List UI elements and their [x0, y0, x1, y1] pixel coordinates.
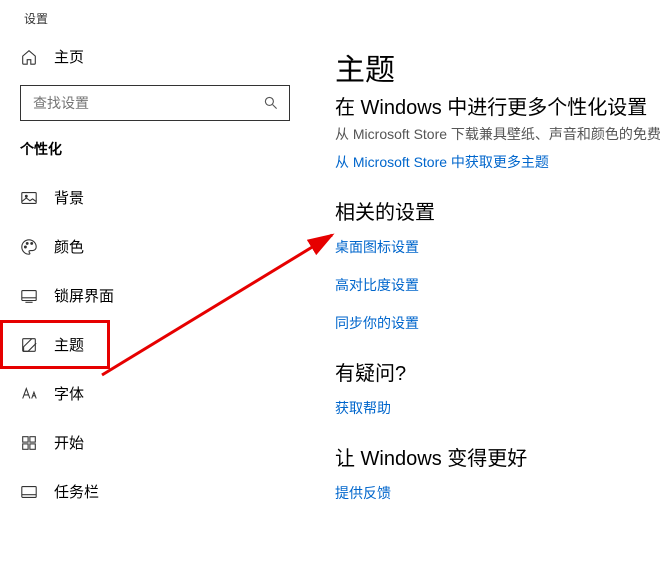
search-input[interactable]	[31, 94, 263, 112]
content-pane: 主题 在 Windows 中进行更多个性化设置 从 Microsoft Stor…	[335, 45, 665, 521]
taskbar-icon	[20, 483, 38, 501]
search-icon	[263, 95, 279, 111]
window-title: 设置	[0, 0, 665, 27]
related-heading: 相关的设置	[335, 196, 665, 225]
lockscreen-icon	[20, 287, 38, 305]
help-heading: 有疑问?	[335, 357, 665, 386]
home-button[interactable]: 主页	[0, 40, 310, 73]
font-icon	[20, 385, 38, 403]
sidebar-item-background[interactable]: 背景	[0, 173, 310, 222]
sidebar-item-label: 颜色	[54, 236, 84, 257]
sidebar-item-label: 锁屏界面	[54, 285, 114, 306]
feedback-link[interactable]: 提供反馈	[335, 483, 665, 503]
sidebar-item-start[interactable]: 开始	[0, 418, 310, 467]
sidebar-item-label: 字体	[54, 383, 84, 404]
home-icon	[20, 48, 38, 66]
store-link[interactable]: 从 Microsoft Store 中获取更多主题	[335, 152, 665, 172]
theme-icon	[20, 336, 38, 354]
settings-window: 设置 主页 个性化 背景 颜色 锁屏界面	[0, 0, 665, 564]
start-icon	[20, 434, 38, 452]
sidebar-item-taskbar[interactable]: 任务栏	[0, 467, 310, 516]
sidebar-item-label: 任务栏	[54, 481, 99, 502]
section-description: 从 Microsoft Store 下载兼具壁纸、声音和颜色的免费	[335, 124, 665, 144]
home-label: 主页	[54, 46, 84, 67]
palette-icon	[20, 238, 38, 256]
desktop-icons-link[interactable]: 桌面图标设置	[335, 237, 665, 257]
section-subtitle: 在 Windows 中进行更多个性化设置	[335, 91, 665, 120]
picture-icon	[20, 189, 38, 207]
sidebar: 主页 个性化 背景 颜色 锁屏界面 主题 字体	[0, 40, 310, 516]
sidebar-item-theme[interactable]: 主题	[0, 320, 110, 369]
high-contrast-link[interactable]: 高对比度设置	[335, 275, 665, 295]
sync-settings-link[interactable]: 同步你的设置	[335, 313, 665, 333]
sidebar-item-lockscreen[interactable]: 锁屏界面	[0, 271, 310, 320]
search-box[interactable]	[20, 85, 290, 121]
sidebar-item-color[interactable]: 颜色	[0, 222, 310, 271]
page-title: 主题	[335, 45, 665, 89]
feedback-heading: 让 Windows 变得更好	[335, 442, 665, 471]
sidebar-item-label: 背景	[54, 187, 84, 208]
sidebar-item-label: 主题	[54, 334, 84, 355]
category-label: 个性化	[0, 139, 310, 173]
get-help-link[interactable]: 获取帮助	[335, 398, 665, 418]
sidebar-item-label: 开始	[54, 432, 84, 453]
sidebar-item-fonts[interactable]: 字体	[0, 369, 310, 418]
